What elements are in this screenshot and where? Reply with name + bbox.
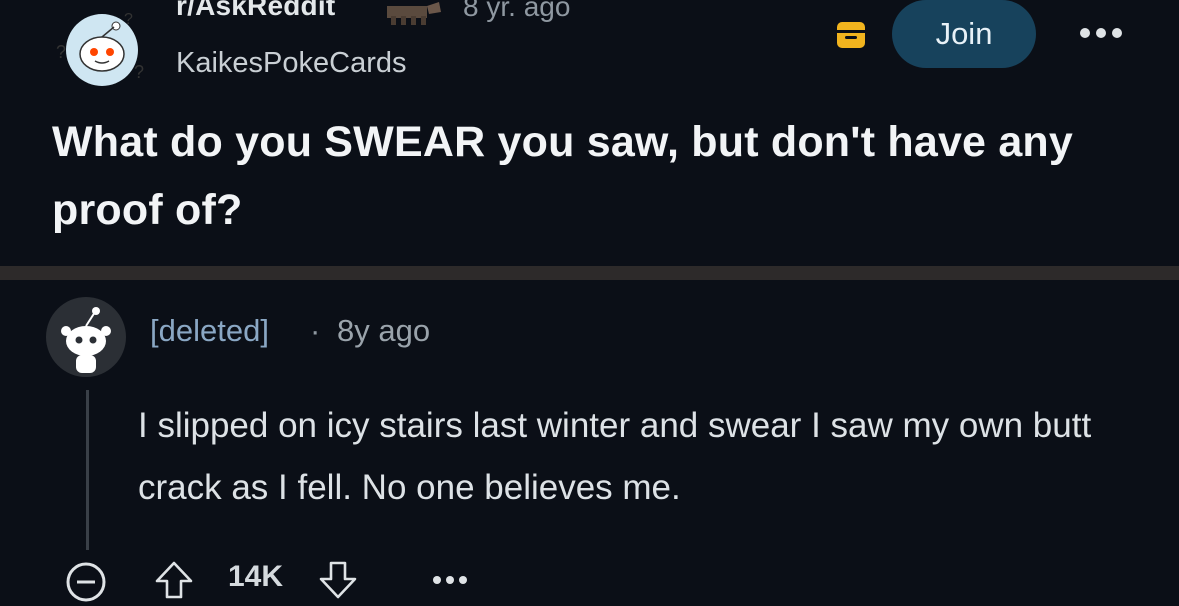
more-options-icon[interactable]: [432, 575, 468, 585]
svg-text:?: ?: [124, 11, 133, 28]
thread-line[interactable]: [86, 390, 89, 550]
post-author[interactable]: KaikesPokeCards: [176, 47, 407, 80]
section-divider: [0, 266, 1179, 280]
post-header: ? ? ? r/AskReddit 8 yr. ago KaikesPokeCa…: [0, 0, 1179, 100]
comment-username[interactable]: [deleted]: [150, 313, 269, 349]
downvote-icon[interactable]: [316, 558, 360, 602]
svg-text:?: ?: [56, 42, 66, 62]
comment-age: 8y ago: [337, 313, 431, 348]
askreddit-snoo-icon[interactable]: ? ? ?: [52, 8, 150, 88]
svg-text:?: ?: [134, 62, 144, 82]
subreddit-name[interactable]: r/AskReddit: [176, 0, 335, 22]
save-icon[interactable]: [835, 20, 867, 50]
more-options-icon[interactable]: [1078, 26, 1124, 40]
meta-separator: ·: [310, 313, 321, 348]
snoo-avatar-icon[interactable]: [44, 295, 128, 379]
vote-count: 14K: [228, 560, 284, 593]
comment-body: I slipped on icy stairs last winter and …: [138, 406, 1092, 507]
award-icon: [387, 2, 441, 25]
post-age: 8 yr. ago: [463, 0, 571, 22]
upvote-icon[interactable]: [152, 558, 196, 602]
post-title[interactable]: What do you SWEAR you saw, but don't hav…: [52, 108, 1112, 244]
collapse-icon[interactable]: [64, 560, 108, 604]
join-button[interactable]: Join: [892, 0, 1036, 68]
